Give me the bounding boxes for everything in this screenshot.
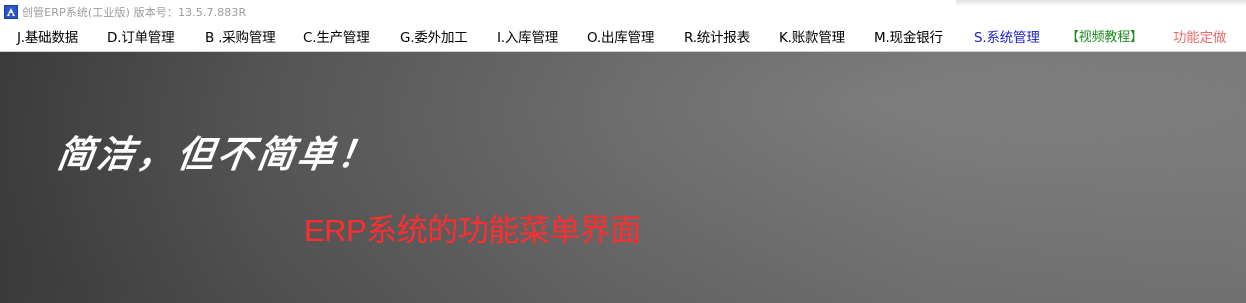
- menu-item-accounts-management[interactable]: K.账款管理: [779, 28, 845, 48]
- menu-item-inbound-management[interactable]: I.入库管理: [497, 28, 558, 48]
- menu-item-system-management[interactable]: S.系统管理: [974, 28, 1040, 48]
- menu-item-video-tutorial[interactable]: 【视频教程】: [1066, 28, 1143, 48]
- title-bar: 创管ERP系统(工业版) 版本号：13.5.7.883R: [0, 0, 1246, 24]
- banner-slogan: 简洁，但不简单！: [54, 132, 381, 176]
- menu-item-order-management[interactable]: D.订单管理: [107, 28, 175, 48]
- menu-item-cash-bank[interactable]: M.现金银行: [874, 28, 943, 48]
- menu-item-statistics-reports[interactable]: R.统计报表: [684, 28, 750, 48]
- menu-item-outbound-management[interactable]: O.出库管理: [587, 28, 654, 48]
- menu-item-basic-data[interactable]: J.基础数据: [17, 28, 78, 48]
- menu-item-outsourcing[interactable]: G.委外加工: [400, 28, 468, 48]
- app-logo-icon: [4, 5, 18, 19]
- menu-item-purchase-management[interactable]: B .采购管理: [205, 28, 276, 48]
- banner-caption: ERP系统的功能菜单界面: [304, 213, 641, 248]
- titlebar-shadow: [956, 0, 1246, 6]
- banner: 简洁，但不简单！ ERP系统的功能菜单界面: [0, 52, 1246, 303]
- menu-item-production-management[interactable]: C.生产管理: [303, 28, 370, 48]
- window-title: 创管ERP系统(工业版) 版本号：13.5.7.883R: [22, 6, 247, 19]
- menu-bar: J.基础数据 D.订单管理 B .采购管理 C.生产管理 G.委外加工 I.入库…: [0, 24, 1246, 52]
- menu-item-custom-features[interactable]: 功能定做: [1173, 28, 1226, 48]
